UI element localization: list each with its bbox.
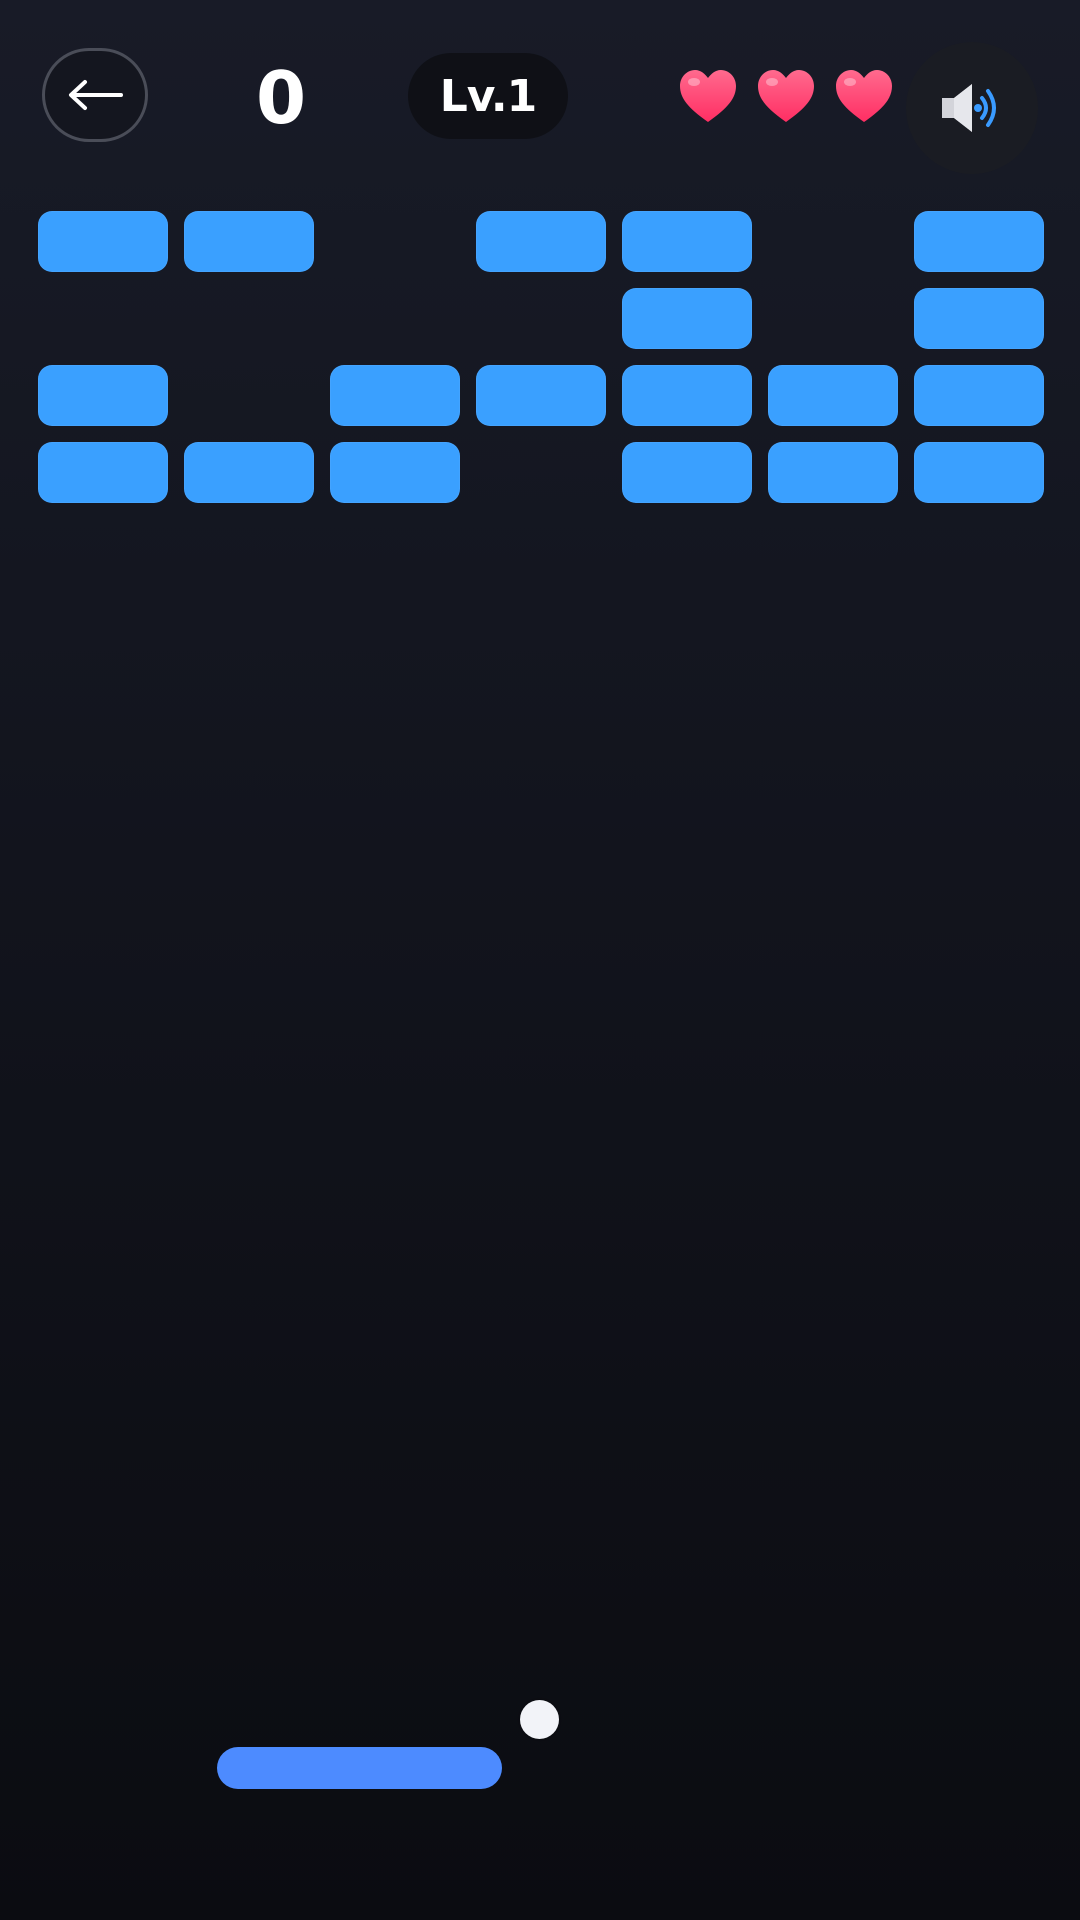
brick [38,442,168,503]
ball [520,1700,559,1739]
paddle[interactable] [217,1747,502,1789]
brick [330,442,460,503]
brick [622,442,752,503]
brick [622,365,752,426]
brick [38,211,168,272]
brick [622,211,752,272]
brick [330,365,460,426]
brick [914,442,1044,503]
brick [38,365,168,426]
brick [476,211,606,272]
brick [914,288,1044,349]
brick [184,211,314,272]
brick [184,442,314,503]
brick [476,365,606,426]
brick [914,211,1044,272]
brick [768,365,898,426]
brick [768,442,898,503]
brick-field [0,0,1080,520]
brick [622,288,752,349]
brick [914,365,1044,426]
